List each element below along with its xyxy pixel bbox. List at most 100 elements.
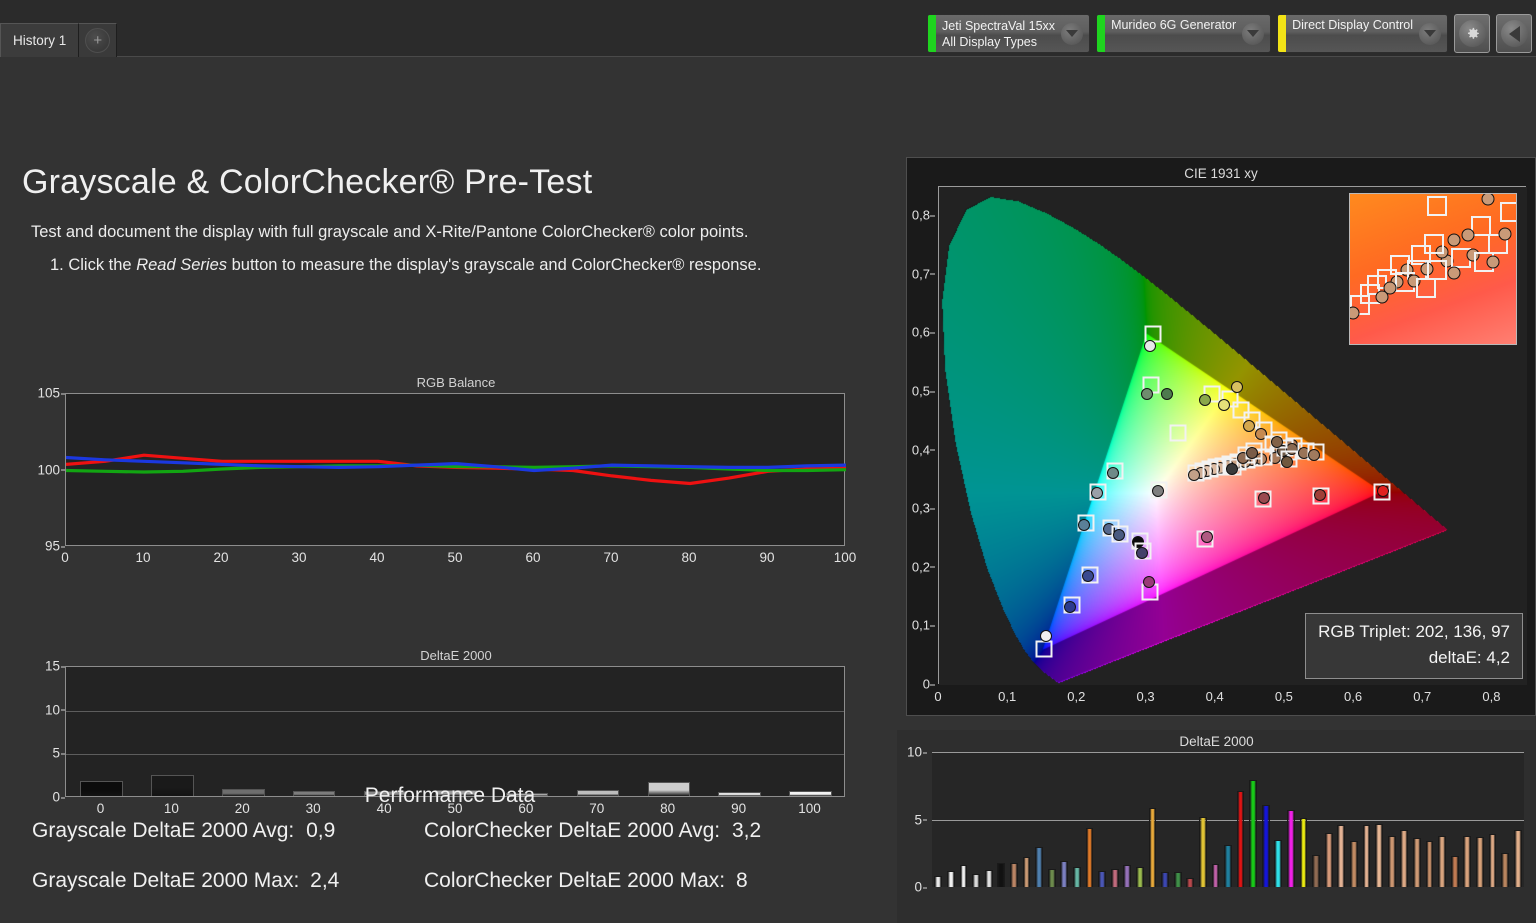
cie-ytick: 0,8: [912, 208, 936, 223]
chevron-down-icon[interactable]: [1419, 23, 1441, 45]
tab-strip: History 1 +: [0, 22, 117, 57]
cie-ytick: 0,1: [912, 618, 936, 633]
inset-measured-point: [1349, 306, 1360, 319]
cc-deltae-bar: [997, 863, 1005, 887]
colorchecker-avg: ColorChecker DeltaE 2000 Avg: 3,2: [424, 819, 761, 843]
grayscale-avg-value: 0,9: [306, 819, 335, 842]
device-name: Direct Display Control: [1292, 17, 1413, 33]
cc-deltae-bar: [960, 865, 968, 887]
grayscale-max-value: 2,4: [310, 869, 339, 892]
chevron-down-icon[interactable]: [1242, 23, 1264, 45]
cc-deltae-ytick: 10: [901, 745, 927, 760]
cie-plot-area[interactable]: RGB Triplet: 202, 136, 97 deltaE: 4,2: [938, 186, 1526, 684]
back-button[interactable]: [1496, 14, 1532, 53]
cie-ytick: 0,2: [912, 559, 936, 574]
gear-icon: [1459, 20, 1486, 47]
cc-deltae-bar: [1489, 834, 1497, 887]
cc-deltae-ytick: 0: [901, 880, 927, 895]
left-content-panel: Grayscale & ColorChecker® Pre-Test Test …: [0, 57, 900, 923]
cc-deltae-bar: [1274, 840, 1282, 887]
grayscale-deltae-title: DeltaE 2000: [65, 648, 847, 663]
cc-deltae-bar: [1514, 830, 1522, 887]
measured-point: [1243, 420, 1255, 432]
cc-deltae-bar: [1337, 825, 1345, 887]
cc-deltae-ytick: 5: [901, 812, 927, 827]
cie-xtick: 0,1: [998, 684, 1016, 704]
cc-deltae-bar: [1136, 867, 1144, 887]
measured-point: [1082, 570, 1094, 582]
rgb-balance-chart: RGB Balance 9510010501020304050607080901…: [65, 375, 847, 590]
chevron-down-icon[interactable]: [1061, 23, 1083, 45]
colorchecker-avg-value: 3,2: [732, 819, 761, 842]
device-chip-display-control[interactable]: Direct Display Control: [1277, 14, 1448, 53]
measured-point: [1314, 489, 1326, 501]
status-indicator: [1097, 15, 1105, 52]
cc-deltae-bar: [1048, 869, 1056, 887]
cc-deltae-bar: [1086, 828, 1094, 887]
cie-xtick: 0,7: [1413, 684, 1431, 704]
measured-point: [1218, 399, 1230, 411]
rgb-balance-lines: [66, 394, 846, 547]
tab-history-1[interactable]: History 1: [0, 23, 79, 57]
deltae-ytick: 5: [52, 746, 65, 761]
measured-point: [1107, 467, 1119, 479]
device-chip-meter[interactable]: Jeti SpectraVal 15xx All Display Types: [927, 14, 1090, 53]
inset-target-marker: [1471, 216, 1491, 236]
performance-data-section: Performance Data Grayscale DeltaE 2000 A…: [0, 784, 900, 893]
measured-point: [1271, 436, 1283, 448]
page-title: Grayscale & ColorChecker® Pre-Test: [22, 163, 592, 202]
rgb-xtick: 70: [603, 546, 618, 565]
measured-point: [1201, 531, 1213, 543]
measured-point: [1308, 449, 1320, 461]
cc-deltae-bar: [934, 876, 942, 887]
cc-deltae-bar: [1350, 841, 1358, 887]
rgb-ytick: 100: [37, 462, 65, 477]
top-toolbar: History 1 + Jeti SpectraVal 15xx All Dis…: [0, 0, 1536, 57]
add-tab-button[interactable]: +: [79, 23, 117, 57]
cc-deltae-bar: [1010, 863, 1018, 887]
colorchecker-deltae-chart: DeltaE 2000 0510: [897, 730, 1536, 923]
colorchecker-max-value: 8: [736, 869, 748, 892]
measured-point: [1143, 576, 1155, 588]
inset-measured-point: [1461, 229, 1474, 242]
cc-deltae-bar: [1413, 838, 1421, 887]
rgb-xtick: 50: [447, 546, 462, 565]
target-marker: [1145, 325, 1162, 342]
colorchecker-max: ColorChecker DeltaE 2000 Max: 8: [424, 869, 748, 893]
measured-point: [1231, 381, 1243, 393]
cc-deltae-bar: [1199, 817, 1207, 887]
grayscale-avg-label: Grayscale DeltaE 2000 Avg:: [32, 819, 294, 842]
inset-measured-point: [1448, 233, 1461, 246]
inset-target-marker: [1427, 196, 1447, 216]
inset-measured-point: [1375, 291, 1388, 304]
cc-deltae-bar: [985, 870, 993, 887]
device-selector-bar: Jeti SpectraVal 15xx All Display Types M…: [927, 14, 1532, 53]
cc-deltae-bar: [1426, 841, 1434, 887]
cc-deltae-bar: [1501, 853, 1509, 887]
grayscale-max-label: Grayscale DeltaE 2000 Max:: [32, 869, 299, 892]
cie-xtick: 0,2: [1067, 684, 1085, 704]
left-arrow-icon: [1501, 20, 1528, 47]
cc-deltae-bar: [1060, 861, 1068, 887]
tab-label: History 1: [13, 33, 66, 48]
step-prefix: 1. Click the: [50, 256, 136, 274]
cie-readout-tooltip: RGB Triplet: 202, 136, 97 deltaE: 4,2: [1305, 613, 1523, 679]
instruction-step-1: 1. Click the Read Series button to measu…: [50, 256, 761, 275]
inset-target-marker: [1424, 234, 1444, 254]
cc-deltae-bar: [1111, 869, 1119, 887]
inset-target-marker: [1427, 260, 1447, 280]
measured-point: [1152, 485, 1164, 497]
performance-row-avg: Grayscale DeltaE 2000 Avg: 0,9 ColorChec…: [0, 819, 900, 843]
measured-point: [1161, 388, 1173, 400]
cc-deltae-bar: [1073, 867, 1081, 887]
cc-deltae-bar: [1312, 855, 1320, 887]
cc-deltae-bar: [1438, 836, 1446, 887]
inset-measured-point: [1486, 256, 1499, 269]
cc-deltae-gridline: [932, 752, 1524, 753]
cc-deltae-bar: [1287, 810, 1295, 887]
deltae-ytick: 10: [45, 702, 65, 717]
device-chip-generator[interactable]: Murideo 6G Generator: [1096, 14, 1271, 53]
rgb-xtick: 80: [681, 546, 696, 565]
cc-deltae-bar: [1400, 830, 1408, 887]
settings-button[interactable]: [1454, 14, 1490, 53]
